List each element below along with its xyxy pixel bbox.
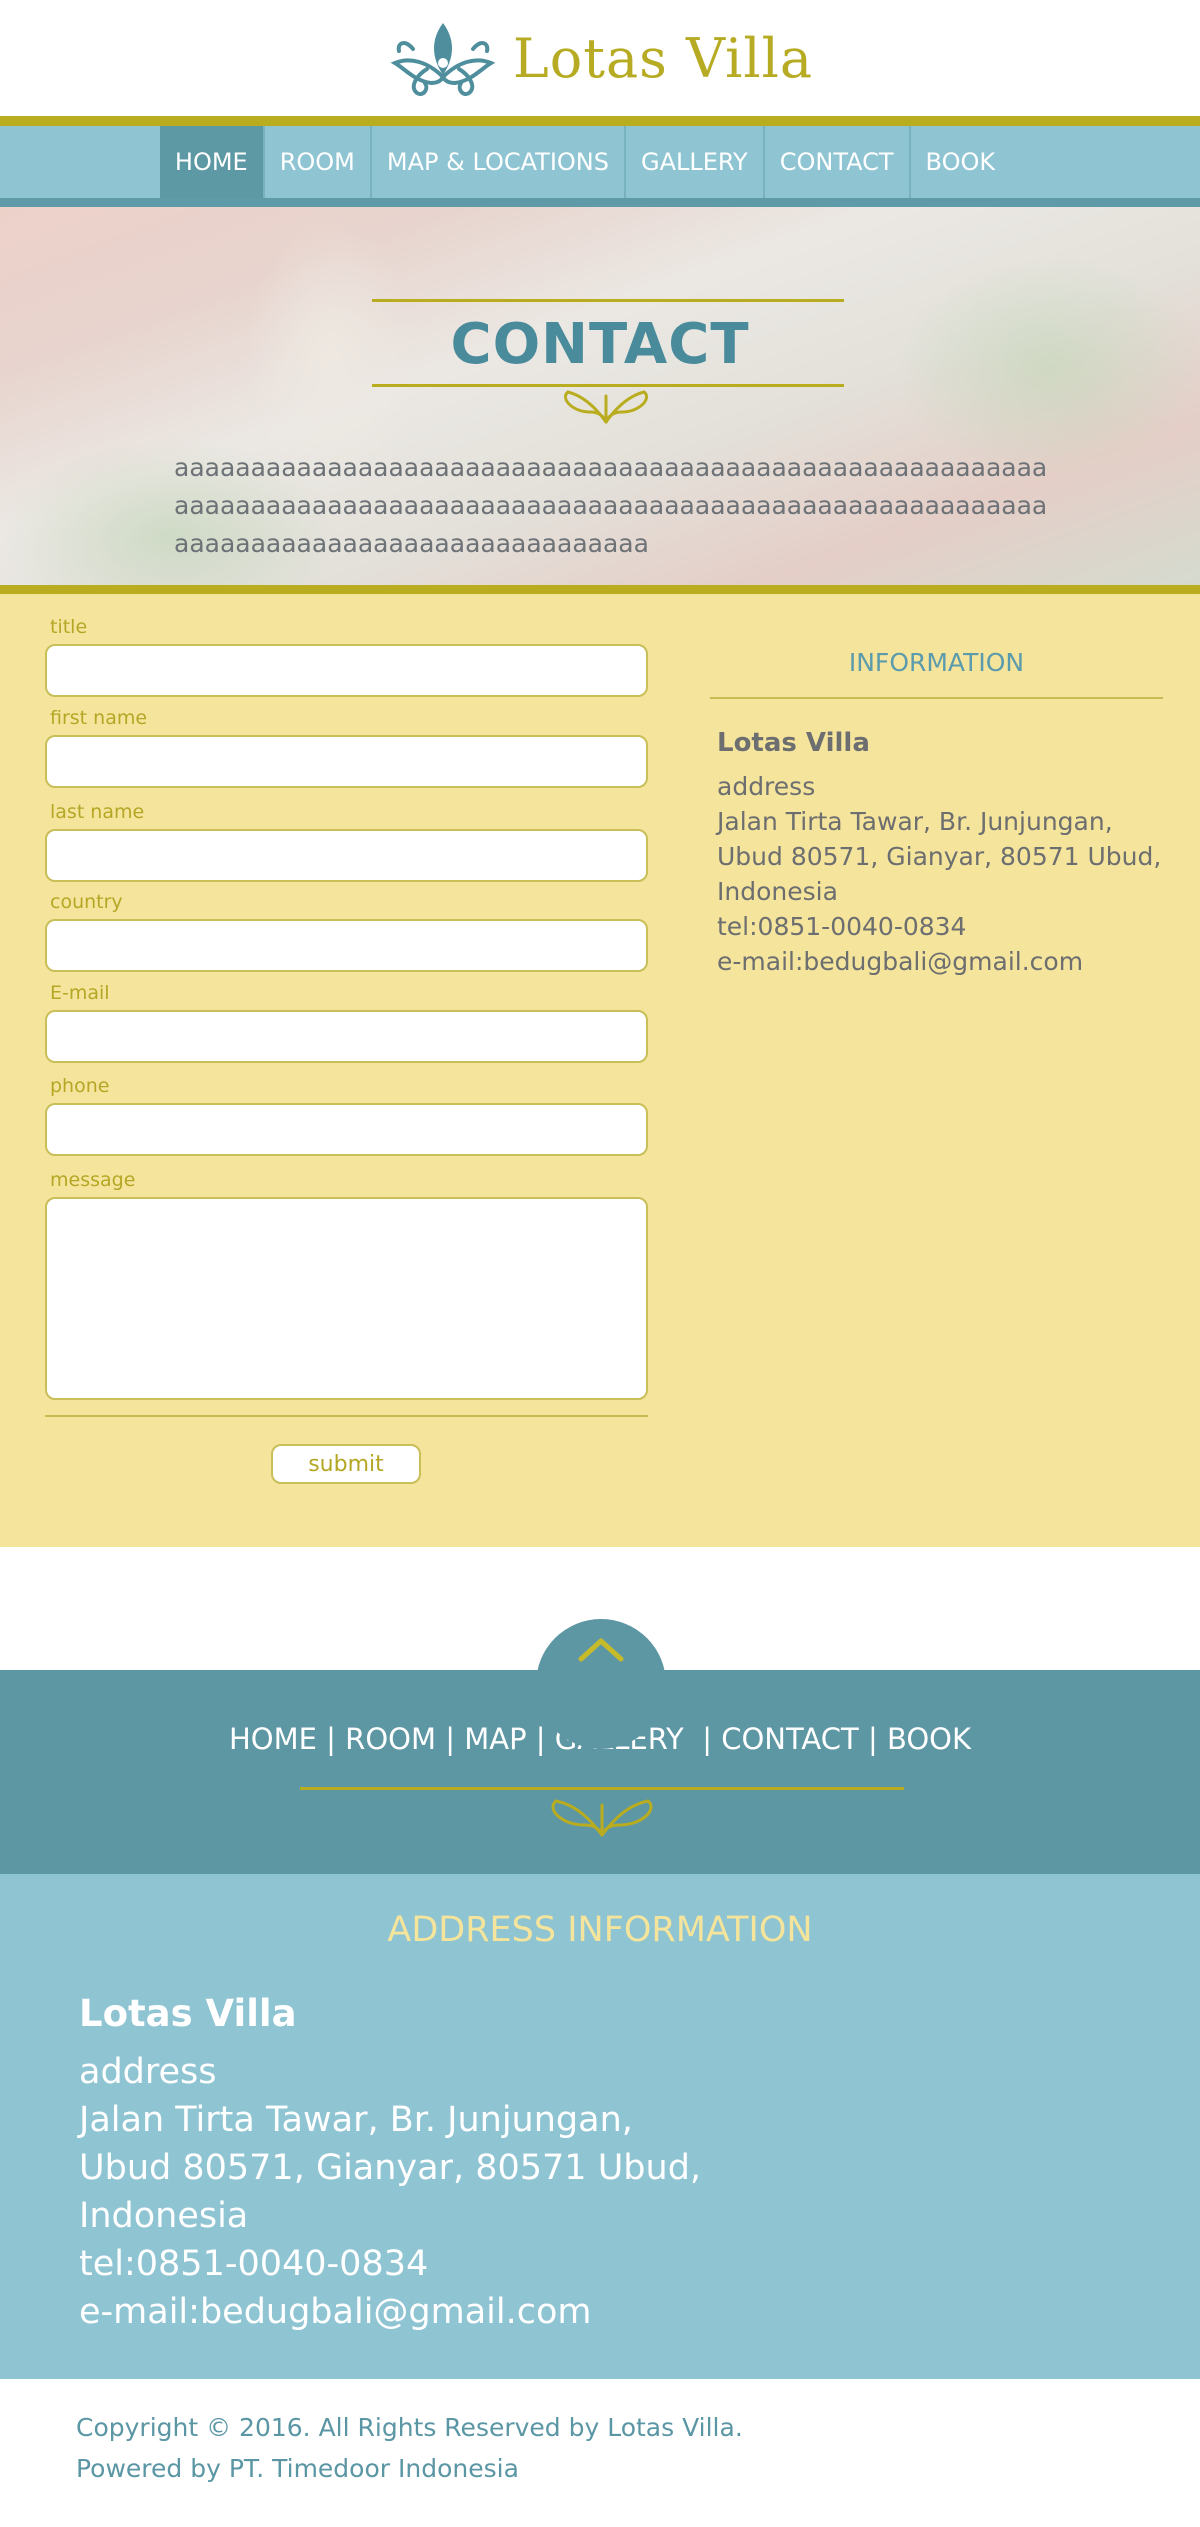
form-divider: [45, 1415, 648, 1417]
information-heading: INFORMATION: [848, 648, 1025, 677]
country-label: country: [50, 891, 123, 913]
address-line: address: [79, 2052, 217, 2092]
country-field[interactable]: [45, 919, 648, 972]
title-field[interactable]: [45, 644, 648, 697]
scroll-top-button[interactable]: [536, 1619, 666, 1749]
address-section: ADDRESS INFORMATION Lotas Villa address …: [0, 1874, 1200, 2379]
site-header: Lotas Villa: [0, 0, 1200, 116]
copyright-footer: Copyright © 2016. All Rights Reserved by…: [0, 2379, 1200, 2527]
address-phone: tel:0851-0040-0834: [79, 2244, 429, 2284]
footer-separator: |: [526, 1722, 555, 1756]
chevron-up-icon: [578, 1638, 624, 1662]
first-name-field[interactable]: [45, 735, 648, 788]
footer-separator: |: [692, 1722, 722, 1756]
nav-item-contact[interactable]: CONTACT: [762, 126, 909, 198]
address-villa-name: Lotas Villa: [79, 1992, 297, 2035]
information-rule: [710, 697, 1163, 699]
email-field[interactable]: [45, 1010, 648, 1063]
hero-divider: [0, 585, 1200, 594]
nav-item-room[interactable]: ROOM: [262, 126, 370, 198]
footer-link-contact[interactable]: CONTACT: [721, 1722, 859, 1756]
message-label: message: [50, 1169, 136, 1191]
footer-link-home[interactable]: HOME: [229, 1722, 317, 1756]
footer-link-map[interactable]: MAP: [464, 1722, 526, 1756]
page-title: CONTACT: [450, 312, 750, 377]
address-line: Indonesia: [79, 2196, 249, 2236]
footer-separator: |: [316, 1722, 346, 1756]
nav-item-book[interactable]: BOOK: [908, 126, 1011, 198]
information-email: e-mail:bedugbali@gmail.com: [717, 947, 1084, 976]
nav-item-map-locations[interactable]: MAP & LOCATIONS: [369, 126, 624, 198]
email-label: E-mail: [50, 982, 110, 1004]
powered-by-text: Powered by PT. Timedoor Indonesia: [76, 2454, 519, 2483]
phone-label: phone: [50, 1075, 110, 1097]
contact-section: title first name last name country E-mai…: [0, 594, 1200, 1547]
first-name-label: first name: [50, 707, 148, 729]
header-divider: [0, 116, 1200, 126]
phone-field[interactable]: [45, 1103, 648, 1156]
information-villa-name: Lotas Villa: [717, 728, 870, 758]
last-name-label: last name: [50, 801, 145, 823]
information-line: address: [717, 772, 816, 801]
message-field[interactable]: [45, 1197, 648, 1400]
lotus-logo-icon[interactable]: [387, 17, 499, 99]
hero-top-rule: [372, 299, 844, 302]
information-line: Jalan Tirta Tawar, Br. Junjungan,: [717, 807, 1113, 836]
address-line: Ubud 80571, Gianyar, 80571 Ubud,: [79, 2148, 702, 2188]
information-line: Ubud 80571, Gianyar, 80571 Ubud,: [717, 842, 1162, 871]
footer-link-room[interactable]: ROOM: [345, 1722, 436, 1756]
last-name-field[interactable]: [45, 829, 648, 882]
title-label: title: [50, 616, 88, 638]
hero-description: aaaaaaaaaaaaaaaaaaaaaaaaaaaaaaaaaaaaaaaa…: [174, 453, 1048, 558]
copyright-text: Copyright © 2016. All Rights Reserved by…: [76, 2413, 743, 2442]
footer-separator: |: [858, 1722, 887, 1756]
footer-separator: |: [436, 1722, 465, 1756]
information-phone: tel:0851-0040-0834: [717, 912, 967, 941]
nav-item-home[interactable]: HOME: [159, 126, 263, 198]
address-line: Jalan Tirta Tawar, Br. Junjungan,: [79, 2100, 633, 2140]
address-email: e-mail:bedugbali@gmail.com: [79, 2292, 592, 2332]
nav-bottom-border: [0, 198, 1200, 207]
nav-item-gallery[interactable]: GALLERY: [623, 126, 763, 198]
hero-banner: CONTACT aaaaaaaaaaaaaaaaaaaaaaaaaaaaaaaa…: [0, 207, 1200, 585]
footer-link-book[interactable]: BOOK: [887, 1722, 971, 1756]
information-line: Indonesia: [717, 877, 838, 906]
flourish-ornament-icon: [564, 390, 648, 424]
site-title: Lotas Villa: [512, 26, 814, 90]
address-heading: ADDRESS INFORMATION: [387, 1910, 813, 1950]
main-nav: HOME ROOM MAP & LOCATIONS GALLERY CONTAC…: [0, 126, 1200, 198]
flourish-ornament-icon: [551, 1799, 653, 1837]
submit-button[interactable]: submit: [271, 1444, 421, 1484]
section-spacer: [0, 1547, 1200, 1749]
